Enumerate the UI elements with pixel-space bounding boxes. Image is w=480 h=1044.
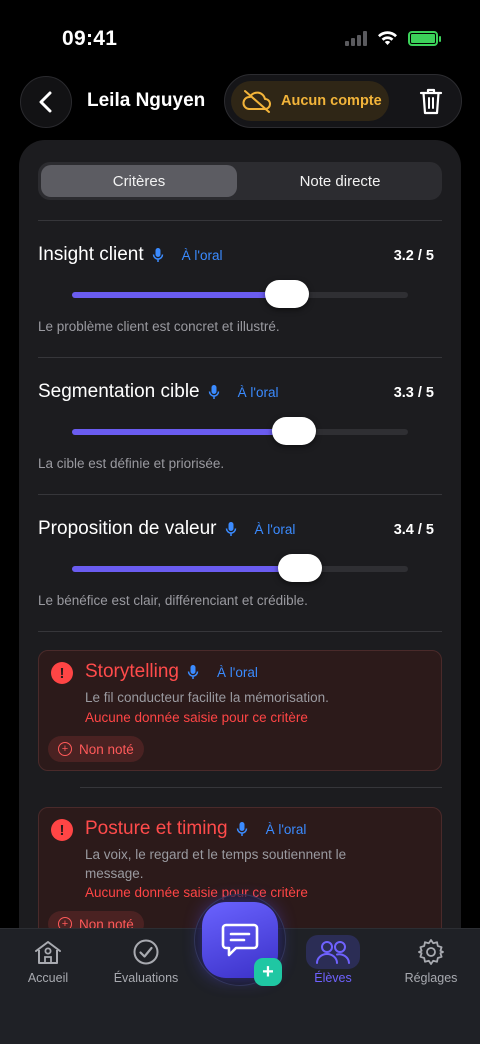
- tab-home[interactable]: Accueil: [3, 935, 93, 985]
- criterion-score: 3.3 / 5: [393, 385, 434, 401]
- tab-students[interactable]: Élèves: [288, 935, 378, 985]
- slider-fill: [72, 566, 301, 572]
- missing-data-warning: Aucune donnée saisie pour ce critère: [85, 885, 308, 900]
- divider: [38, 494, 442, 495]
- tab-label: Réglages: [404, 971, 458, 985]
- microphone-icon: [187, 664, 199, 680]
- criterion-description: La voix, le regard et le temps soutienne…: [85, 847, 347, 881]
- criterion-score: 3.4 / 5: [393, 522, 434, 538]
- school-icon: [35, 941, 61, 964]
- criterion-description: Le fil conducteur facilite la mémorisati…: [85, 690, 329, 705]
- criterion-title: Posture et timing: [85, 818, 228, 839]
- chat-bubble-icon: [221, 923, 259, 957]
- criterion-description: Le problème client est concret et illust…: [38, 319, 280, 334]
- oral-tag: À l'oral: [237, 384, 279, 400]
- divider: [38, 631, 442, 632]
- divider: [38, 220, 442, 221]
- account-label: Aucun compte: [281, 93, 382, 109]
- tab-direct-score[interactable]: Note directe: [242, 165, 438, 197]
- plus-circle-icon: +: [58, 742, 72, 756]
- gear-icon: [418, 939, 444, 965]
- microphone-icon: [225, 521, 237, 537]
- tab-label: Élèves: [314, 971, 352, 985]
- clock: 09:41: [62, 27, 118, 50]
- oral-tag: À l'oral: [181, 247, 223, 263]
- trash-icon: [419, 88, 443, 115]
- slider-thumb[interactable]: [278, 554, 323, 582]
- unscored-criterion-card: ! Storytelling À l'oral Le fil conducteu…: [38, 650, 442, 771]
- header-actions: Aucun compte: [224, 74, 462, 128]
- microphone-icon: [152, 247, 164, 263]
- signal-icon: [345, 30, 367, 46]
- slider-thumb[interactable]: [265, 280, 310, 308]
- criterion-title: Storytelling: [85, 661, 179, 682]
- score-slider[interactable]: [72, 554, 408, 582]
- oral-tag: À l'oral: [254, 521, 296, 537]
- not-scored-badge[interactable]: + Non noté: [48, 736, 144, 762]
- criterion-title: Insight client: [38, 244, 144, 265]
- microphone-icon: [236, 821, 248, 837]
- tab-evaluations[interactable]: Évaluations: [101, 935, 191, 985]
- tab-criteria[interactable]: Critères: [41, 165, 237, 197]
- tab-label: Évaluations: [113, 971, 179, 985]
- status-icons: [345, 30, 441, 46]
- divider: [38, 357, 442, 358]
- criterion-description: Le bénéfice est clair, différenciant et …: [38, 593, 308, 608]
- add-badge-icon: +: [254, 958, 282, 986]
- criterion-item: Insight client À l'oral 3.2 / 5 Le probl…: [38, 244, 442, 344]
- status-bar: 09:41: [0, 0, 480, 70]
- divider: [80, 787, 442, 788]
- wifi-icon: [378, 31, 397, 45]
- criterion-score: 3.2 / 5: [393, 248, 434, 264]
- badge-label: Non noté: [79, 741, 134, 757]
- tab-label: Accueil: [27, 971, 69, 985]
- student-name: Leila Nguyen: [87, 90, 206, 111]
- criterion-item: Segmentation cible À l'oral 3.3 / 5 La c…: [38, 381, 442, 481]
- alert-icon: !: [51, 819, 73, 841]
- criterion-item: Proposition de valeur À l'oral 3.4 / 5 L…: [38, 518, 442, 618]
- people-icon: [316, 941, 350, 964]
- missing-data-warning: Aucune donnée saisie pour ce critère: [85, 710, 308, 725]
- oral-tag: À l'oral: [265, 821, 307, 837]
- slider-fill: [72, 429, 294, 435]
- mode-segmented-control: Critères Note directe: [38, 162, 442, 200]
- slider-thumb[interactable]: [271, 417, 316, 445]
- tab-settings[interactable]: Réglages: [386, 935, 476, 985]
- back-button[interactable]: [20, 76, 72, 128]
- delete-button[interactable]: [415, 85, 447, 117]
- criterion-title: Segmentation cible: [38, 381, 200, 402]
- top-navigation: Leila Nguyen Aucun compte: [0, 74, 480, 130]
- criterion-description: La cible est définie et priorisée.: [38, 456, 225, 471]
- cloud-off-icon: [242, 90, 271, 113]
- score-slider[interactable]: [72, 417, 408, 445]
- score-slider[interactable]: [72, 280, 408, 308]
- alert-icon: !: [51, 662, 73, 684]
- slider-fill: [72, 292, 288, 298]
- check-circle-icon: [133, 939, 159, 965]
- criterion-title: Proposition de valeur: [38, 518, 217, 539]
- battery-icon: [408, 30, 441, 46]
- oral-tag: À l'oral: [217, 664, 258, 680]
- chevron-left-icon: [39, 91, 52, 113]
- microphone-icon: [208, 384, 220, 400]
- account-status-button[interactable]: Aucun compte: [231, 81, 389, 121]
